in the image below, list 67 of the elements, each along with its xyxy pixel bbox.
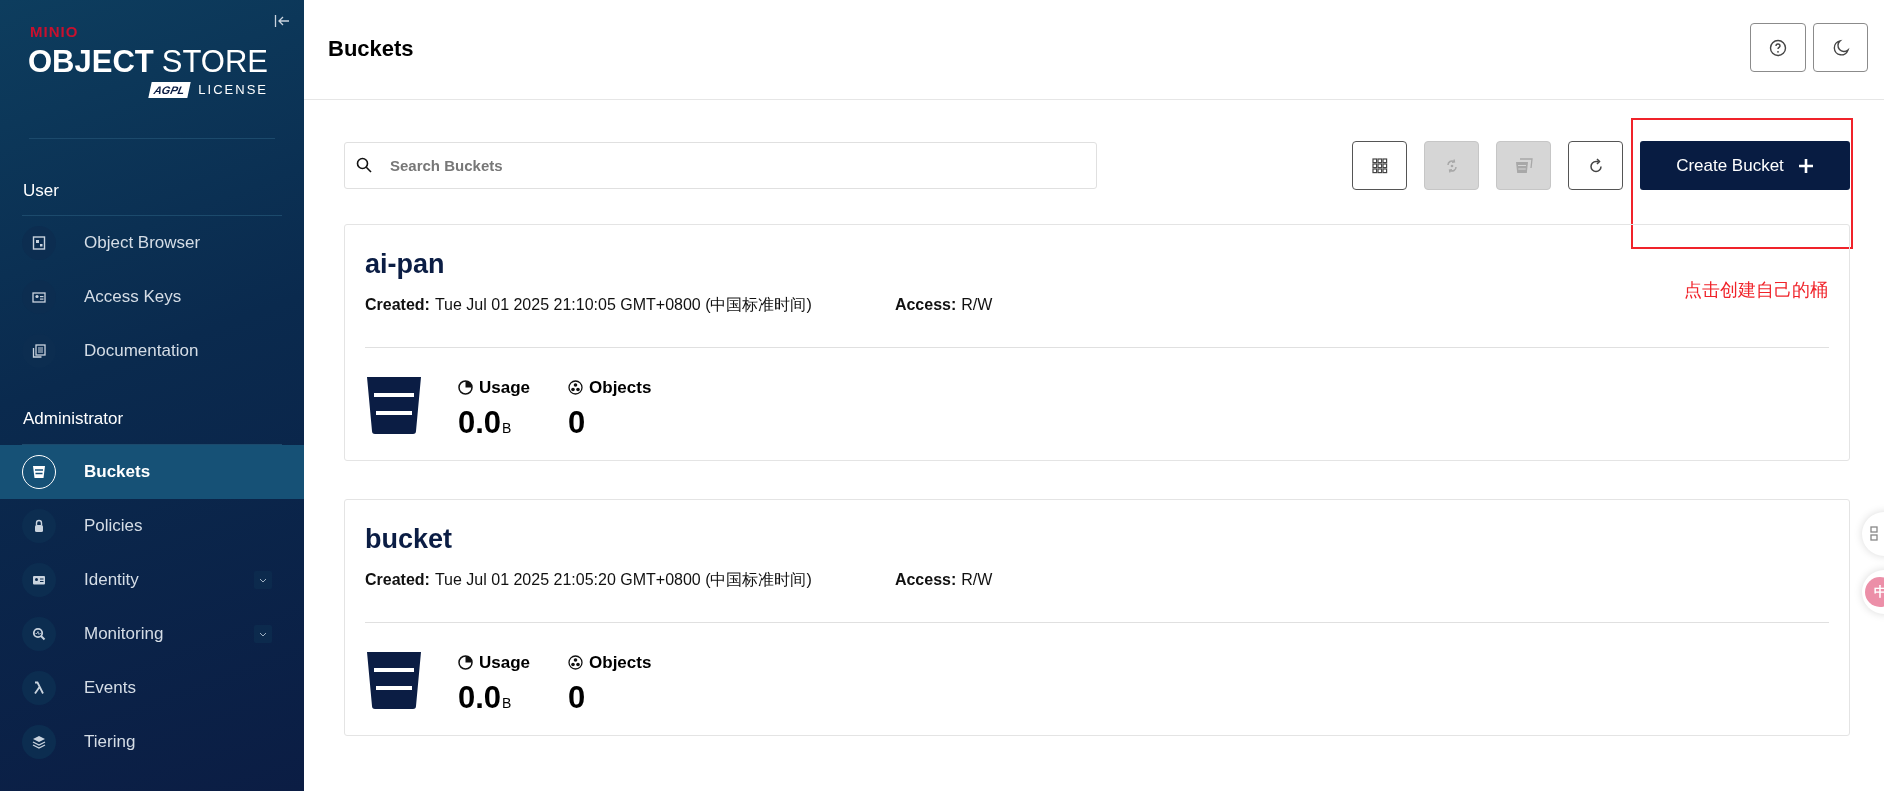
page-title: Buckets (328, 35, 414, 63)
license-badge: AGPL (148, 81, 191, 98)
lock-icon (32, 518, 46, 533)
created-label: Created: (365, 295, 430, 315)
usage-value: 0.0 (458, 403, 502, 442)
objects-label: Objects (589, 377, 652, 399)
moon-icon (1831, 38, 1850, 57)
lambda-icon (32, 680, 46, 695)
usage-label: Usage (479, 377, 531, 399)
bucket-icon (31, 463, 47, 480)
search-icon (356, 157, 372, 173)
bucket-card[interactable]: bucket Created: Tue Jul 01 2025 21:05:20 GMT+0800 (中国标准时间) Access: R/W Usage 0.0 B Objects 0 (344, 499, 1850, 736)
nav-item[interactable]: Object Browser (0, 216, 304, 270)
refresh-icon (1587, 157, 1604, 174)
logo-brand: MINIO (30, 23, 79, 40)
pie-chart-icon (458, 380, 473, 396)
usage-unit: B (502, 693, 512, 713)
objects-value: 0 (568, 403, 587, 442)
created-date: Tue Jul 01 2025 21:05:20 GMT+0800 (中国标准时间) (434, 570, 813, 590)
logo-title: OBJECT (28, 46, 154, 77)
toolbar-button[interactable] (1352, 141, 1407, 190)
help-button[interactable] (1750, 23, 1806, 72)
objects-icon (568, 655, 584, 671)
id-card-icon (32, 290, 46, 304)
nav-item[interactable]: Access Keys (0, 270, 304, 324)
license-label: LICENSE (198, 81, 268, 99)
nav-item[interactable]: Documentation (0, 324, 304, 378)
access-value: R/W (961, 570, 993, 590)
toolbar-button[interactable] (1568, 141, 1623, 190)
objects-label: Objects (589, 652, 652, 674)
apps-icon (1870, 526, 1878, 542)
bucket-icon (365, 375, 423, 434)
documents-icon (32, 344, 46, 358)
logo-title: STORE (161, 46, 268, 77)
section-title: Administrator (23, 409, 124, 428)
nav-item[interactable]: Policies (0, 498, 304, 553)
grid-page-icon (32, 236, 46, 250)
bucket-name[interactable]: bucket (365, 520, 1829, 558)
collapse-icon[interactable] (274, 14, 290, 28)
grid-icon (1371, 157, 1388, 174)
access-value: R/W (961, 295, 993, 315)
pie-chart-icon (458, 655, 473, 671)
usage-value: 0.0 (458, 678, 502, 717)
magnifier-icon (32, 626, 46, 641)
nav-item[interactable]: Buckets (0, 444, 304, 499)
search-field[interactable]: Search Buckets (344, 142, 1097, 189)
usage-label: Usage (479, 652, 531, 674)
bucket-icon (365, 650, 423, 709)
nav-item[interactable]: Tiering (0, 714, 304, 769)
nav-item[interactable]: Events (0, 660, 304, 715)
created-date: Tue Jul 01 2025 21:10:05 GMT+0800 (中国标准时间) (434, 295, 813, 315)
access-label: Access: (894, 295, 957, 315)
annotation-note: 点击创建自己的桶 (1684, 279, 1828, 302)
usage-unit: B (502, 418, 512, 438)
create-bucket-button[interactable]: Create Bucket (1640, 141, 1850, 190)
access-label: Access: (894, 570, 957, 590)
objects-value: 0 (568, 678, 587, 717)
objects-icon (568, 380, 584, 396)
layers-icon (32, 734, 46, 749)
buckets-icon (1514, 157, 1533, 174)
nav-item[interactable]: Monitoring (0, 606, 304, 661)
section-title: User (23, 180, 59, 200)
nav-item[interactable]: Identity (0, 552, 304, 607)
help-icon (1769, 38, 1787, 57)
created-label: Created: (365, 570, 430, 590)
theme-button[interactable] (1813, 23, 1868, 72)
plus-icon (1797, 157, 1814, 174)
